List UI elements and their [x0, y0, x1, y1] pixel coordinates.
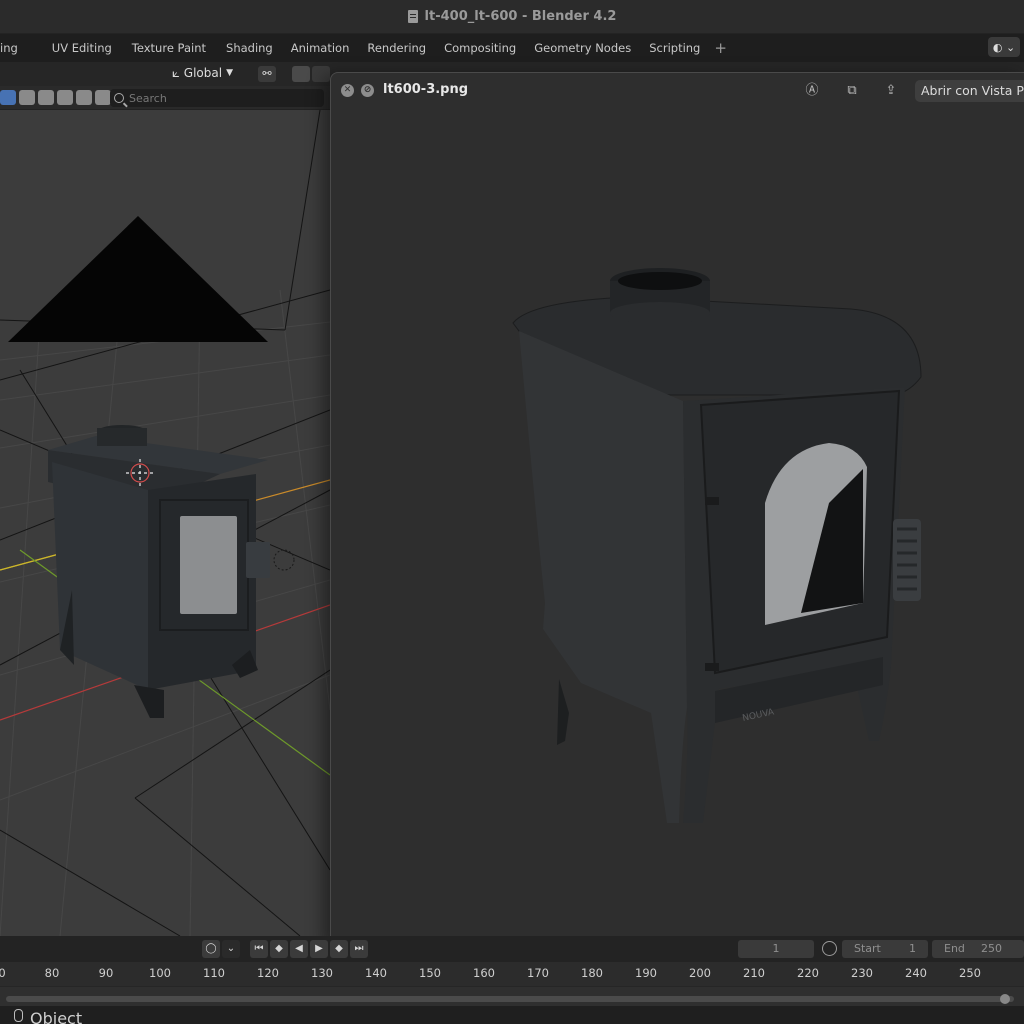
pivot-icon[interactable]: ⚯: [258, 66, 276, 82]
viewport-canvas: [0, 110, 330, 936]
jump-end-icon[interactable]: ⏭: [350, 940, 368, 958]
close-icon[interactable]: ✕: [341, 84, 354, 97]
ruler-label: 130: [311, 966, 333, 980]
ruler-label: 220: [797, 966, 819, 980]
ruler-label: 140: [365, 966, 387, 980]
tab-layout-partial[interactable]: ing: [0, 34, 26, 62]
current-frame-field[interactable]: 1: [738, 940, 814, 958]
transform-orientation-dropdown[interactable]: ⟀ Global ▼: [172, 63, 233, 83]
camera-triangle: [8, 216, 268, 342]
ruler-label: 210: [743, 966, 765, 980]
mouse-icon: [14, 1009, 23, 1022]
start-frame-field[interactable]: Start 1: [842, 940, 928, 958]
preview-image: NOUVA: [331, 109, 1024, 944]
quick-look-preview: ✕ ⊘ lt600-3.png Ⓐ ⧉ ⇪ Abrir con Vista P: [330, 72, 1024, 944]
current-frame-value: 1: [772, 942, 780, 955]
ruler-label: 170: [527, 966, 549, 980]
ruler-label: 160: [473, 966, 495, 980]
ruler-label: 100: [149, 966, 171, 980]
ruler-label: 250: [959, 966, 981, 980]
scene-selector-button[interactable]: ◐ ⌄: [988, 37, 1020, 57]
ruler-label: 90: [98, 966, 114, 980]
document-icon: [407, 10, 418, 23]
chevron-down-icon[interactable]: ⌄: [222, 940, 240, 958]
status-bar: [0, 1006, 1024, 1024]
add-workspace-button[interactable]: +: [708, 39, 733, 57]
tab-uv-editing[interactable]: UV Editing: [44, 34, 120, 62]
render-filter-icon[interactable]: [95, 90, 111, 105]
ruler-label: 180: [581, 966, 603, 980]
end-value: 250: [981, 942, 1002, 955]
search-input[interactable]: Search: [110, 89, 324, 107]
clock-icon[interactable]: [822, 941, 837, 956]
preview-filename: lt600-3.png: [383, 82, 469, 97]
open-with-preview-button[interactable]: Abrir con Vista P: [915, 80, 1024, 102]
hide-icon[interactable]: ⊘: [361, 84, 374, 97]
camera-filter-icon[interactable]: [57, 90, 73, 105]
ruler-label: 150: [419, 966, 441, 980]
app-window: lt-400_lt-600 - Blender 4.2 ing UV Editi…: [0, 0, 1024, 1024]
ruler-label: 240: [905, 966, 927, 980]
ruler-label: 120: [257, 966, 279, 980]
select-mode-icon[interactable]: [0, 90, 16, 105]
snap-icon[interactable]: [292, 66, 310, 82]
share-icon[interactable]: ⇪: [882, 82, 900, 100]
filter-icons: [0, 90, 111, 105]
tab-geometry-nodes[interactable]: Geometry Nodes: [526, 34, 639, 62]
end-frame-field[interactable]: End 250: [932, 940, 1024, 958]
3d-viewport[interactable]: [0, 110, 330, 936]
play-reverse-icon[interactable]: ◀: [290, 940, 308, 958]
ruler-label: 0: [0, 966, 6, 980]
scrollbar-handle[interactable]: [1000, 994, 1010, 1004]
search-placeholder: Search: [129, 91, 167, 105]
world-filter-icon[interactable]: [76, 90, 92, 105]
play-icon[interactable]: ▶: [310, 940, 328, 958]
tab-animation[interactable]: Animation: [283, 34, 358, 62]
ruler-label: 80: [44, 966, 60, 980]
window-title-bar: lt-400_lt-600 - Blender 4.2: [0, 0, 1024, 34]
transform-orientation-value: Global: [183, 66, 223, 80]
jump-keyframe-back-icon[interactable]: ◆: [270, 940, 288, 958]
tab-texture-paint[interactable]: Texture Paint: [124, 34, 214, 62]
workspace-tabs: ing UV Editing Texture Paint Shading Ani…: [0, 34, 1024, 62]
chevron-down-icon: ▼: [226, 68, 233, 78]
playback-controls: ◯ ⌄ ⏮ ◆ ◀ ▶ ◆ ⏭: [202, 940, 368, 958]
ruler-label: 190: [635, 966, 657, 980]
tab-shading[interactable]: Shading: [218, 34, 281, 62]
orientation-icon: ⟀: [172, 65, 180, 81]
start-value: 1: [909, 942, 916, 955]
light-filter-icon[interactable]: [38, 90, 54, 105]
tab-compositing[interactable]: Compositing: [436, 34, 524, 62]
jump-start-icon[interactable]: ⏮: [250, 940, 268, 958]
mesh-filter-icon[interactable]: [19, 90, 35, 105]
ruler-label: 200: [689, 966, 711, 980]
ruler-label: 230: [851, 966, 873, 980]
record-icon[interactable]: ◯: [202, 940, 220, 958]
end-label: End: [944, 942, 965, 955]
window-title: lt-400_lt-600 - Blender 4.2: [424, 9, 617, 24]
ruler-label: 110: [203, 966, 225, 980]
timeline-scrollbar[interactable]: [6, 996, 1014, 1002]
tab-scripting[interactable]: Scripting: [641, 34, 708, 62]
search-icon: [114, 93, 124, 103]
tab-rendering[interactable]: Rendering: [359, 34, 434, 62]
stove-model: [48, 425, 270, 718]
snap-increment-icon[interactable]: [312, 66, 330, 82]
markup-icon[interactable]: Ⓐ: [803, 82, 821, 100]
jump-keyframe-forward-icon[interactable]: ◆: [330, 940, 348, 958]
rotate-icon[interactable]: ⧉: [843, 82, 861, 100]
start-label: Start: [854, 942, 881, 955]
preview-toolbar: ✕ ⊘ lt600-3.png Ⓐ ⧉ ⇪ Abrir con Vista P: [331, 73, 1024, 109]
status-mode-label: Object: [30, 1009, 83, 1024]
